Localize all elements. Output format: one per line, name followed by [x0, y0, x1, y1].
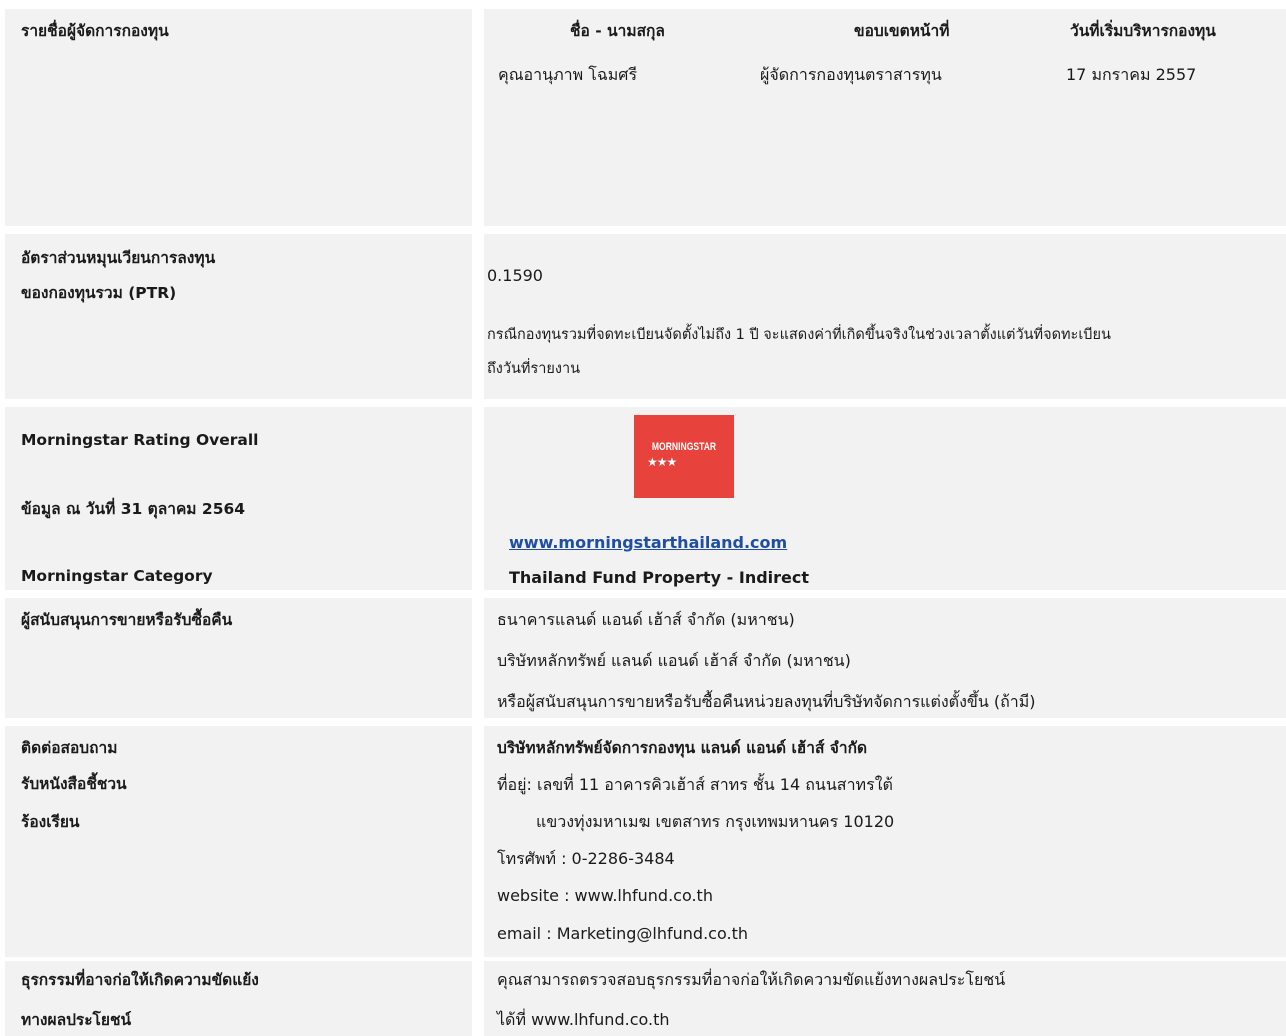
ptr-content-cell: 0.1590 กรณีกองทุนรวมที่จดทะเบียนจัดตั้งไ… — [484, 234, 1286, 399]
morningstar-logo: MORNINGSTAR ★★★ — [634, 415, 734, 498]
ptr-row: อัตราส่วนหมุนเวียนการลงทุน ของกองทุนรวม … — [0, 234, 1286, 399]
contact-label-line3: ร้องเรียน — [21, 813, 80, 831]
conflict-label-line1: ธุรกรรมที่อาจก่อให้เกิดความขัดแย้ง — [21, 971, 259, 989]
contact-email: email : Marketing@lhfund.co.th — [497, 924, 748, 943]
fund-manager-content-cell: ชื่อ - นามสกุล ขอบเขตหน้าที่ วันที่เริ่ม… — [484, 9, 1286, 226]
conflict-row: ธุรกรรมที่อาจก่อให้เกิดความขัดแย้ง ทางผล… — [0, 961, 1286, 1036]
manager-role: ผู้จัดการกองทุนตราสารทุน — [760, 65, 942, 84]
contact-website: website : www.lhfund.co.th — [497, 886, 713, 905]
distributor-line3: หรือผู้สนับสนุนการขายหรือรับซื้อคืนหน่วย… — [497, 692, 1036, 711]
contact-address-line1: ที่อยู่: เลขที่ 11 อาคารคิวเฮ้าส์ สาทร ช… — [497, 775, 893, 794]
ptr-label-line1: อัตราส่วนหมุนเวียนการลงทุน — [21, 249, 216, 267]
conflict-text-line1: คุณสามารถตรวจสอบธุรกรรมที่อาจก่อให้เกิดค… — [497, 970, 1006, 989]
conflict-label-line2: ทางผลประโยชน์ — [21, 1011, 132, 1029]
ptr-value: 0.1590 — [487, 266, 543, 285]
morningstar-logo-text: MORNINGSTAR — [651, 441, 717, 453]
manager-start-date: 17 มกราคม 2557 — [1066, 65, 1197, 84]
distributor-line1: ธนาคารแลนด์ แอนด์ เฮ้าส์ จำกัด (มหาชน) — [497, 610, 795, 629]
header-start-date: วันที่เริ่มบริหารกองทุน — [1070, 22, 1216, 40]
contact-phone: โทรศัพท์ : 0-2286-3484 — [497, 849, 675, 868]
morningstar-link[interactable]: www.morningstarthailand.com — [509, 531, 787, 555]
distributors-content-cell: ธนาคารแลนด์ แอนด์ เฮ้าส์ จำกัด (มหาชน) บ… — [484, 598, 1286, 718]
fund-manager-label: รายชื่อผู้จัดการกองทุน — [21, 22, 169, 40]
morningstar-date-label: ข้อมูล ณ วันที่ 31 ตุลาคม 2564 — [21, 500, 246, 518]
ptr-note-line2: ถึงวันที่รายงาน — [487, 361, 581, 377]
distributors-label: ผู้สนับสนุนการขายหรือรับซื้อคืน — [21, 611, 233, 629]
distributor-line2: บริษัทหลักทรัพย์ แลนด์ แอนด์ เฮ้าส์ จำกั… — [497, 651, 851, 670]
contact-label-cell: ติดต่อสอบถาม รับหนังสือชี้ชวน ร้องเรียน — [5, 726, 472, 957]
contact-company: บริษัทหลักทรัพย์จัดการกองทุน แลนด์ แอนด์… — [497, 739, 868, 757]
distributors-label-cell: ผู้สนับสนุนการขายหรือรับซื้อคืน — [5, 598, 472, 718]
morningstar-row: Morningstar Rating Overall ข้อมูล ณ วันท… — [0, 407, 1286, 590]
morningstar-category: Thailand Fund Property - Indirect — [509, 568, 810, 587]
contact-row: ติดต่อสอบถาม รับหนังสือชี้ชวน ร้องเรียน … — [0, 726, 1286, 957]
conflict-text-line2: ได้ที่ www.lhfund.co.th — [497, 1010, 670, 1029]
header-role: ขอบเขตหน้าที่ — [854, 22, 950, 40]
morningstar-content-cell: MORNINGSTAR ★★★ www.morningstarthailand.… — [484, 407, 1286, 590]
morningstar-rating-label: Morningstar Rating Overall — [21, 431, 259, 449]
star-icon: ★★★ — [647, 455, 677, 469]
ptr-label-line2: ของกองทุนรวม (PTR) — [21, 284, 177, 302]
morningstar-label-cell: Morningstar Rating Overall ข้อมูล ณ วันท… — [5, 407, 472, 590]
morningstar-category-label: Morningstar Category — [21, 567, 213, 585]
contact-content-cell: บริษัทหลักทรัพย์จัดการกองทุน แลนด์ แอนด์… — [484, 726, 1286, 957]
manager-name: คุณอานุภาพ โฉมศรี — [498, 65, 638, 84]
contact-address-line2: แขวงทุ่งมหาเมฆ เขตสาทร กรุงเทพมหานคร 101… — [536, 812, 895, 831]
contact-label-line1: ติดต่อสอบถาม — [21, 739, 118, 757]
conflict-label-cell: ธุรกรรมที่อาจก่อให้เกิดความขัดแย้ง ทางผล… — [5, 961, 472, 1036]
fund-manager-label-cell: รายชื่อผู้จัดการกองทุน — [5, 9, 472, 226]
fund-manager-row: รายชื่อผู้จัดการกองทุน ชื่อ - นามสกุล ขอ… — [0, 9, 1286, 226]
header-name: ชื่อ - นามสกุล — [570, 22, 665, 40]
contact-label-line2: รับหนังสือชี้ชวน — [21, 775, 127, 793]
ptr-note-line1: กรณีกองทุนรวมที่จดทะเบียนจัดตั้งไม่ถึง 1… — [487, 327, 1111, 343]
distributors-row: ผู้สนับสนุนการขายหรือรับซื้อคืน ธนาคารแล… — [0, 598, 1286, 718]
conflict-content-cell: คุณสามารถตรวจสอบธุรกรรมที่อาจก่อให้เกิดค… — [484, 961, 1286, 1036]
ptr-label-cell: อัตราส่วนหมุนเวียนการลงทุน ของกองทุนรวม … — [5, 234, 472, 399]
